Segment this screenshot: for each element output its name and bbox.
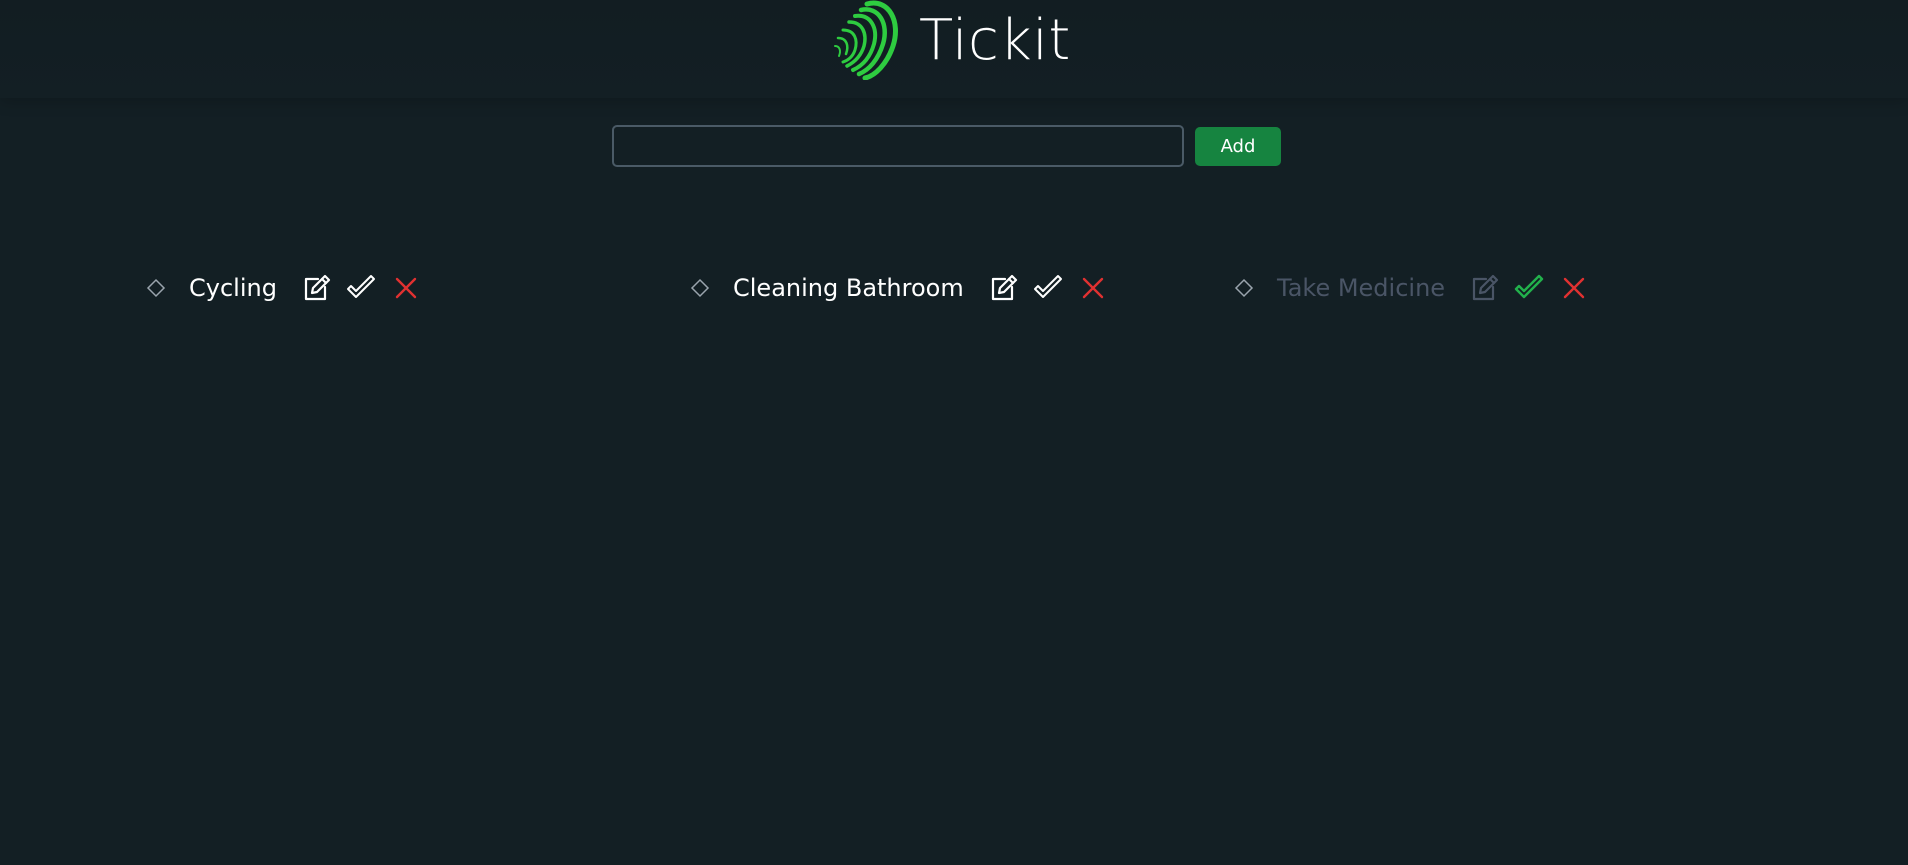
fingerprint-logo-icon: [834, 0, 898, 80]
task-label: Cleaning Bathroom: [733, 274, 964, 302]
task-label: Cycling: [189, 274, 277, 302]
diamond-icon: [146, 278, 166, 298]
brand[interactable]: Tickit: [831, 0, 1071, 80]
app-header: Tickit: [0, 0, 1908, 98]
add-button[interactable]: Add: [1195, 126, 1281, 166]
task-item: Cleaning Bathroom: [690, 268, 1109, 308]
diamond-icon: [1234, 278, 1254, 298]
edit-icon[interactable]: [300, 272, 332, 304]
check-icon[interactable]: [1032, 272, 1064, 304]
app-title: Tickit: [919, 8, 1071, 73]
new-task-input[interactable]: [612, 125, 1184, 167]
close-icon[interactable]: [1077, 272, 1109, 304]
task-label: Take Medicine: [1277, 274, 1446, 302]
close-icon[interactable]: [1558, 272, 1590, 304]
check-icon[interactable]: [1513, 272, 1545, 304]
add-task-form: Add: [612, 125, 1281, 167]
task-item: Cycling: [146, 268, 422, 308]
check-icon[interactable]: [345, 272, 377, 304]
edit-icon[interactable]: [987, 272, 1019, 304]
diamond-icon: [690, 278, 710, 298]
task-item-completed: Take Medicine: [1234, 268, 1590, 308]
close-icon[interactable]: [390, 272, 422, 304]
edit-icon[interactable]: [1468, 272, 1500, 304]
